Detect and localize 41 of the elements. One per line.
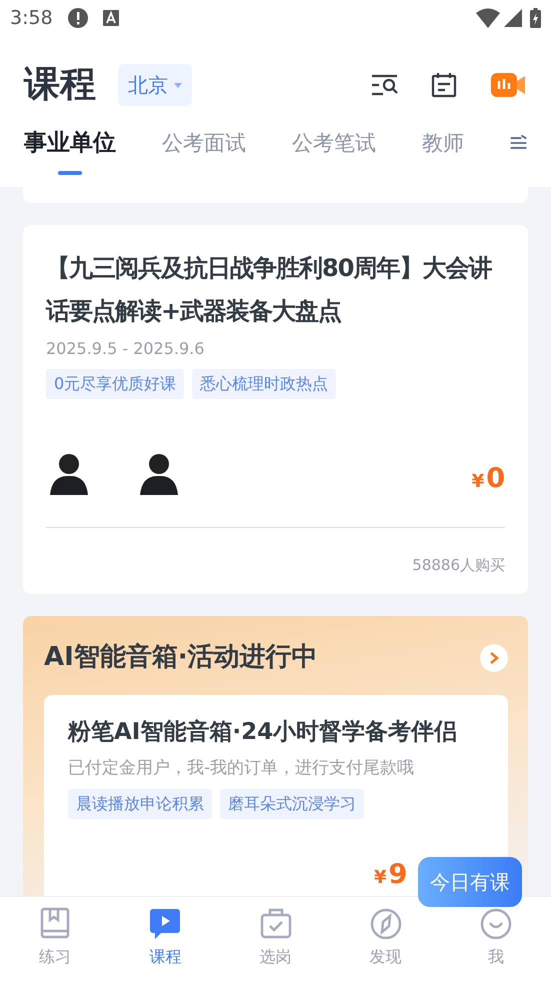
- keyboard-icon: [102, 10, 119, 26]
- battery-icon: [530, 8, 541, 28]
- category-tab[interactable]: 公考笔试: [292, 128, 376, 173]
- product-tag: 磨耳朵式沉浸学习: [220, 789, 364, 820]
- page-title: 课程: [24, 63, 96, 107]
- nav-tab[interactable]: 选岗: [220, 897, 331, 981]
- product-title: 粉笔AI智能音箱·24小时督学备考伴侣: [68, 718, 458, 748]
- compass-icon: [370, 907, 402, 939]
- product-subtitle: 已付定金用户，我-我的订单，进行支付尾款哦: [68, 756, 416, 780]
- city-dropdown[interactable]: 北京: [118, 64, 192, 106]
- course-price: 0: [486, 464, 505, 492]
- nav-tab[interactable]: 练习: [0, 897, 110, 981]
- alert-icon: [66, 7, 89, 29]
- book-icon: [39, 907, 72, 939]
- course-date: 2025.9.5 - 2025.9.6: [46, 338, 206, 360]
- currency-sign: ¥: [472, 470, 484, 494]
- wifi-icon: [476, 8, 500, 28]
- status-time: 3:58: [10, 6, 53, 31]
- course-tag: 0元尽享优质好课: [46, 368, 184, 399]
- category-tab[interactable]: 事业单位: [24, 126, 116, 174]
- category-tab[interactable]: 教师: [422, 128, 464, 173]
- signal-icon: [504, 9, 522, 27]
- course-title: 【九三阅兵及抗日战争胜利80周年】大会讲话要点解读+武器装备大盘点: [46, 252, 493, 327]
- nav-tab[interactable]: 课程: [110, 897, 220, 981]
- notepad-icon[interactable]: [431, 72, 457, 98]
- course-tag: 悉心梳理时政热点: [192, 368, 336, 399]
- case-icon: [260, 907, 292, 939]
- today-class-tooltip[interactable]: 今日有课: [418, 857, 522, 907]
- video-camera-icon[interactable]: [491, 71, 525, 99]
- smile-icon: [480, 907, 512, 939]
- caret-icon: [174, 82, 182, 88]
- chevron-button[interactable]: [480, 644, 508, 672]
- category-tab[interactable]: 公考面试: [162, 128, 246, 173]
- product-tag: 晨读播放申论积累: [68, 789, 212, 820]
- chevron-right-icon: [489, 650, 499, 665]
- promo-title: AI智能音箱·活动进行中: [44, 641, 318, 674]
- currency-sign: ¥: [374, 866, 387, 890]
- play-icon: [149, 907, 182, 939]
- purchase-count: 58886人购买: [412, 554, 505, 576]
- product-price: 9: [388, 861, 408, 888]
- search-list-icon[interactable]: [371, 73, 399, 97]
